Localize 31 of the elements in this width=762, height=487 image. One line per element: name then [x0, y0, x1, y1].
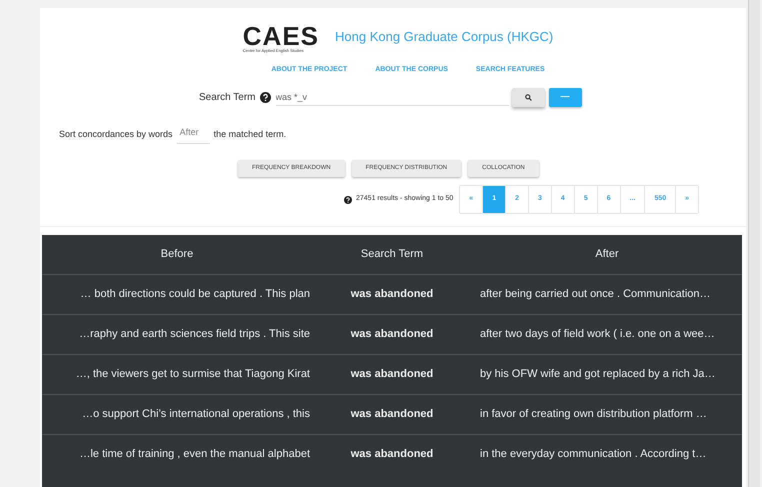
table-cell: …raphy and earth sciences field trips . This site — [42, 314, 312, 354]
table-cell: by his OFW wife and got replaced by a rich Ja… — [472, 354, 742, 394]
table-cell: …le time of training , even the manual alphabet — [42, 434, 312, 474]
table-cell: in favor of creating own distribution platform … — [472, 394, 742, 434]
sort-field[interactable]: After — [176, 126, 210, 144]
sort-label: the matched term. — [214, 128, 286, 141]
sort-label: Sort concordances by words — [59, 128, 173, 141]
column-header: Before — [42, 235, 312, 274]
search-field[interactable]: was *_v — [276, 88, 509, 106]
table-cell: was abandoned — [312, 434, 472, 474]
table-cell: …, the viewers get to surmise that Tiagong Kirat — [42, 354, 312, 394]
table-cell: was abandoned — [312, 274, 472, 314]
table-cell: was abandoned — [312, 354, 472, 394]
table-cell: … both directions could be captured . This plan — [42, 274, 312, 314]
search-icon — [524, 94, 532, 100]
help-icon — [260, 92, 271, 102]
site-title: Hong Kong Graduate Corpus (HKGC) — [335, 28, 554, 46]
search-button[interactable] — [512, 88, 545, 106]
field-label: Search Term — [199, 90, 256, 104]
table-cell: after being carried out once . Communication… — [472, 274, 742, 314]
options-button[interactable]: — — [548, 88, 582, 106]
table-cell: was abandoned — [312, 314, 472, 354]
help-icon — [344, 196, 352, 204]
table-cell: after two days of field work ( i.e. one on a wee… — [472, 314, 742, 354]
table-cell: was abandoned — [312, 394, 472, 434]
table-cell: …o support Chi’s international operations , this — [42, 394, 312, 434]
column-header: After — [472, 235, 742, 274]
scrollbar[interactable] — [748, 0, 760, 487]
logo: CAES — [242, 24, 320, 48]
column-header: Search Term — [312, 235, 472, 274]
table-cell: in the everyday communication . According t… — [472, 434, 742, 474]
